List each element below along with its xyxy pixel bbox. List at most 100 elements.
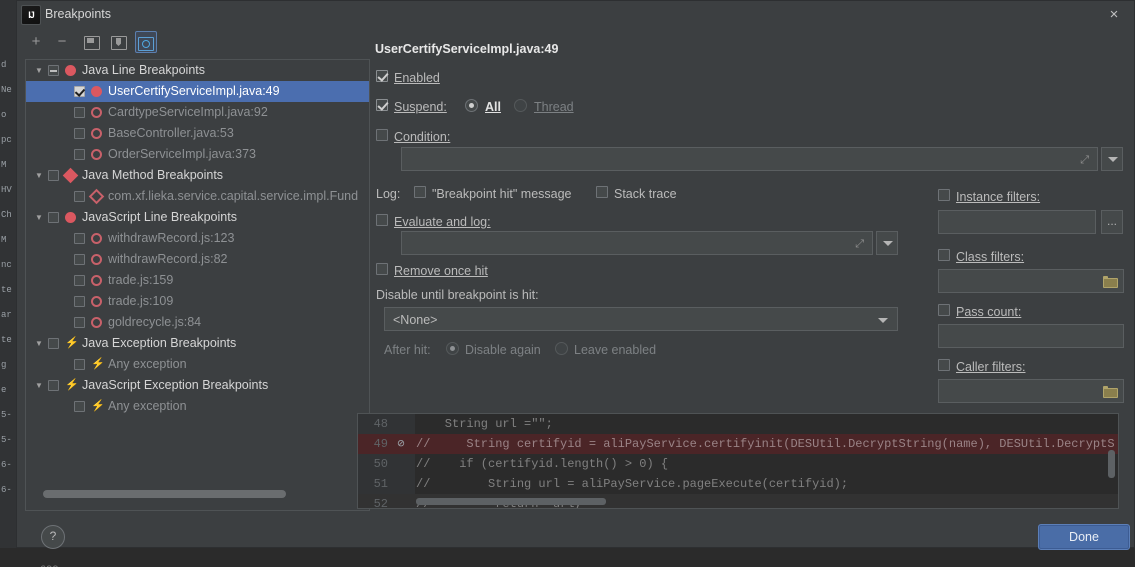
log-message-checkbox[interactable] [414,186,426,198]
disable-until-select[interactable]: <None> [384,307,898,331]
caller-filters-checkbox[interactable] [938,359,950,371]
code-vertical-scrollbar-thumb[interactable] [1108,450,1115,478]
expand-evaluate-icon[interactable]: ⤢ [855,238,864,251]
tree-row[interactable]: goldrecycle.js:84 [26,312,369,333]
tree-row-checkbox[interactable] [74,275,85,286]
code-line: 51 // String url = aliPayService.pageExec… [358,474,1118,494]
tree-row-checkbox[interactable] [74,191,85,202]
folder-icon[interactable] [1103,386,1118,398]
breakpoint-disabled-icon[interactable]: ⊘ [394,434,408,454]
tree-row[interactable]: ▼ JavaScript Line Breakpoints [26,207,369,228]
tree-row-label: withdrawRecord.js:123 [108,231,235,245]
chevron-down-icon[interactable]: ▼ [32,60,46,81]
evaluate-and-log-checkbox[interactable] [376,214,388,226]
gutter-mark: 6- [1,460,12,470]
tree-row-checkbox[interactable] [74,317,85,328]
breakpoint-hollow-icon [91,296,102,307]
condition-label: Condition: [394,130,451,144]
disable-until-value: <None> [393,313,438,327]
exception-breakpoint-icon: ⚡ [91,358,105,370]
after-hit-disable-again-radio[interactable] [446,342,459,355]
tree-row-checkbox[interactable] [74,254,85,265]
class-filters-input[interactable] [938,269,1124,293]
evaluate-history-button[interactable] [876,231,898,255]
class-filters-checkbox[interactable] [938,249,950,261]
tree-row[interactable]: ⚡ Any exception [26,396,369,417]
tree-row[interactable]: com.xf.lieka.service.capital.service.imp… [26,186,369,207]
after-hit-leave-enabled-radio[interactable] [555,342,568,355]
tree-row-checkbox[interactable] [74,149,85,160]
tree-row[interactable]: withdrawRecord.js:82 [26,249,369,270]
condition-input[interactable]: ⤢ [401,147,1098,171]
chevron-down-icon[interactable]: ▼ [32,375,46,396]
tree-row[interactable]: BaseController.java:53 [26,123,369,144]
tree-row-label: JavaScript Exception Breakpoints [82,378,269,392]
folder-icon[interactable] [1103,276,1118,288]
tree-row[interactable]: ▼ ⚡ JavaScript Exception Breakpoints [26,375,369,396]
condition-history-button[interactable] [1101,147,1123,171]
tree-row[interactable]: ▼ Java Line Breakpoints [26,60,369,81]
suspend-checkbox[interactable] [376,99,388,111]
tree-row-checkbox[interactable] [74,107,85,118]
caller-filters-input[interactable] [938,379,1124,403]
tree-row[interactable]: CardtypeServiceImpl.java:92 [26,102,369,123]
tree-row-checkbox[interactable] [48,65,59,76]
code-line-text: // String certifyid = aliPayService.cert… [416,437,1115,451]
tree-horizontal-scrollbar-track[interactable] [34,490,369,504]
remove-breakpoint-button[interactable]: − [51,31,73,53]
log-label: Log: [376,187,401,201]
tree-row[interactable]: ▼ ⚡ Java Exception Breakpoints [26,333,369,354]
tree-row-label: trade.js:109 [108,294,174,308]
add-breakpoint-button[interactable]: + [25,31,47,53]
pass-count-input[interactable] [938,324,1124,348]
group-by-file-button[interactable] [81,31,103,53]
stack-trace-checkbox[interactable] [596,186,608,198]
instance-filters-label: Instance filters: [956,190,1041,204]
suspend-all-radio[interactable] [465,99,478,112]
close-icon[interactable]: × [1104,5,1124,25]
tree-row[interactable]: trade.js:159 [26,270,369,291]
tree-row-checkbox[interactable] [74,128,85,139]
disable-until-label: Disable until breakpoint is hit: [376,288,539,302]
instance-filters-browse-button[interactable]: ... [1101,210,1123,234]
tree-row-checkbox[interactable] [48,212,59,223]
gutter-mark: d [1,60,7,70]
tree-row-checkbox[interactable] [74,233,85,244]
chevron-down-icon[interactable]: ▼ [32,207,46,228]
tree-row[interactable]: OrderServiceImpl.java:373 [26,144,369,165]
group-by-class-button[interactable] [108,31,130,53]
tree-row-label: BaseController.java:53 [108,126,234,140]
pass-count-checkbox[interactable] [938,304,950,316]
tree-row-checkbox[interactable] [48,380,59,391]
breakpoints-tree[interactable]: ▼ Java Line Breakpoints UserCertifyService… [25,59,370,511]
tree-horizontal-scrollbar-thumb[interactable] [43,490,286,498]
view-breakpoint-source-button[interactable] [135,31,157,53]
code-horizontal-scrollbar-thumb[interactable] [416,498,606,505]
tree-row[interactable]: ⚡ Any exception [26,354,369,375]
gutter-mark: te [1,285,12,295]
evaluate-and-log-input[interactable]: ⤢ [401,231,873,255]
help-button[interactable]: ? [41,525,65,549]
tree-row-checkbox[interactable] [74,296,85,307]
instance-filters-input[interactable] [938,210,1096,234]
tree-row-checkbox[interactable] [48,338,59,349]
tree-row[interactable]: UserCertifyServiceImpl.java:49 [26,81,369,102]
tree-row[interactable]: withdrawRecord.js:123 [26,228,369,249]
chevron-down-icon[interactable]: ▼ [32,165,46,186]
done-button[interactable]: Done [1038,524,1130,550]
tree-row[interactable]: trade.js:109 [26,291,369,312]
condition-checkbox[interactable] [376,129,388,141]
remove-once-hit-checkbox[interactable] [376,263,388,275]
chevron-down-icon[interactable]: ▼ [32,333,46,354]
enabled-checkbox[interactable] [376,70,388,82]
instance-filters-checkbox[interactable] [938,189,950,201]
code-line-text: String url =""; [416,417,553,431]
suspend-thread-radio[interactable] [514,99,527,112]
tree-row-checkbox[interactable] [74,359,85,370]
tree-row-checkbox[interactable] [74,401,85,412]
code-preview[interactable]: 48 String url =""; 49 ⊘ // String certifyid… [357,413,1119,509]
tree-row[interactable]: ▼ Java Method Breakpoints [26,165,369,186]
tree-row-checkbox[interactable] [48,170,59,181]
expand-condition-icon[interactable]: ⤢ [1080,154,1089,167]
tree-row-checkbox[interactable] [74,86,85,97]
